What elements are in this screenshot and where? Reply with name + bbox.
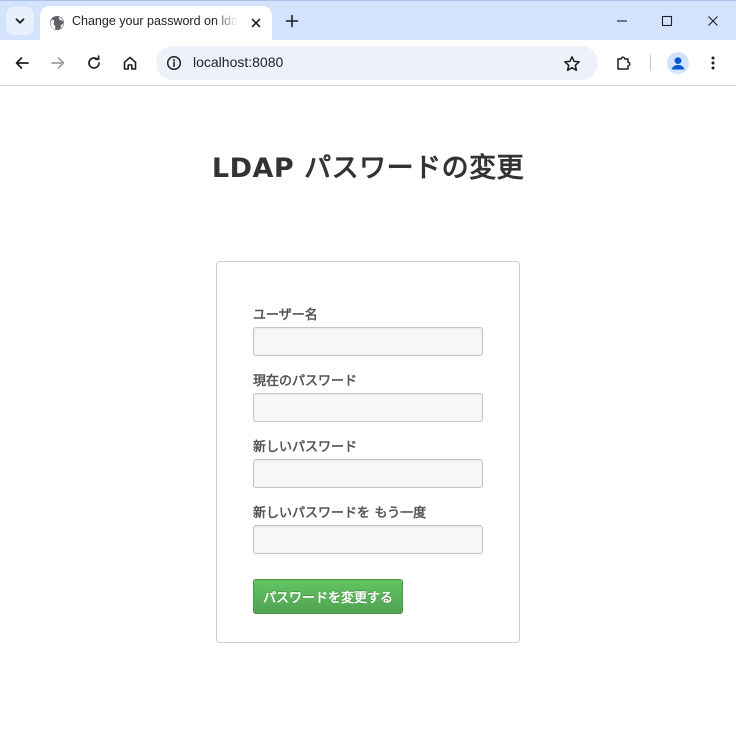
username-label: ユーザー名 bbox=[253, 308, 318, 323]
site-info-button[interactable] bbox=[164, 53, 184, 73]
extensions-button[interactable] bbox=[610, 49, 638, 77]
forward-button[interactable] bbox=[44, 49, 72, 77]
new-password-label: 新しいパスワード bbox=[253, 440, 358, 455]
toolbar-divider bbox=[650, 55, 651, 71]
chevron-down-icon bbox=[15, 18, 25, 24]
home-icon bbox=[123, 56, 137, 70]
forward-arrow-icon bbox=[51, 57, 65, 69]
username-input[interactable] bbox=[253, 327, 483, 356]
new-tab-button[interactable] bbox=[280, 9, 304, 33]
profile-button[interactable] bbox=[667, 52, 689, 74]
current-password-input[interactable] bbox=[253, 393, 483, 422]
home-button[interactable] bbox=[116, 49, 144, 77]
browser-menu-button[interactable] bbox=[699, 49, 727, 77]
close-icon bbox=[251, 18, 261, 28]
tab-close-button[interactable] bbox=[246, 13, 266, 33]
window-close-button[interactable] bbox=[691, 5, 735, 37]
url-text[interactable]: localhost:8080 bbox=[193, 54, 283, 70]
minimize-icon bbox=[617, 20, 627, 22]
person-icon bbox=[671, 57, 685, 70]
tab-strip: Change your password on ldap bbox=[0, 0, 736, 41]
back-button[interactable] bbox=[8, 49, 36, 77]
browser-toolbar: localhost:8080 bbox=[0, 40, 736, 86]
address-bar[interactable]: localhost:8080 bbox=[156, 46, 598, 80]
new-password-input[interactable] bbox=[253, 459, 483, 488]
globe-icon bbox=[50, 16, 64, 30]
current-password-label: 現在のパスワード bbox=[253, 374, 358, 389]
maximize-button[interactable] bbox=[645, 5, 689, 37]
active-tab[interactable]: Change your password on ldap bbox=[40, 6, 272, 41]
change-password-button[interactable]: パスワードを変更する bbox=[253, 579, 403, 614]
minimize-button[interactable] bbox=[600, 5, 644, 37]
star-icon bbox=[564, 56, 580, 72]
confirm-password-label: 新しいパスワードを もう一度 bbox=[253, 506, 427, 521]
back-arrow-icon bbox=[15, 57, 29, 69]
plus-icon bbox=[285, 14, 299, 28]
info-icon bbox=[166, 55, 182, 71]
kebab-menu-icon bbox=[711, 56, 715, 70]
confirm-password-input[interactable] bbox=[253, 525, 483, 554]
puzzle-icon bbox=[617, 56, 631, 70]
tab-search-button[interactable] bbox=[6, 7, 34, 35]
tab-title: Change your password on ldap bbox=[72, 14, 238, 32]
bookmark-button[interactable] bbox=[561, 53, 583, 75]
close-icon bbox=[708, 16, 718, 26]
maximize-icon bbox=[661, 15, 673, 27]
reload-button[interactable] bbox=[80, 49, 108, 77]
password-change-form: ユーザー名 現在のパスワード 新しいパスワード 新しいパスワードを もう一度 パ… bbox=[216, 261, 520, 643]
page-title: LDAP パスワードの変更 bbox=[211, 153, 525, 184]
reload-icon bbox=[88, 55, 100, 69]
